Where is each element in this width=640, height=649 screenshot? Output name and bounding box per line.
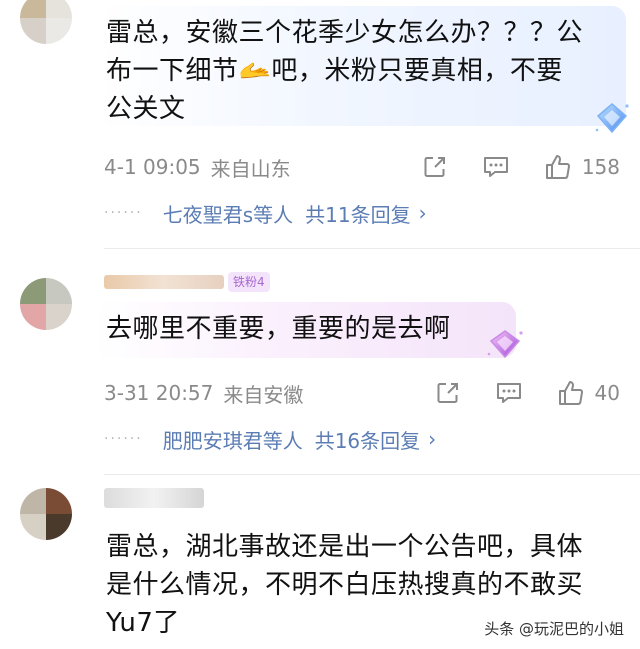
comment-button[interactable] <box>495 380 523 406</box>
comment-icon <box>482 154 510 180</box>
comment-location: 来自安徽 <box>223 382 304 407</box>
like-count: 40 <box>594 381 620 405</box>
like-button[interactable]: 40 <box>557 379 620 407</box>
chevron-right-icon: › <box>418 201 427 225</box>
watermark: 头条 @玩泥巴的小姐 <box>484 620 624 638</box>
comment-text-line: 公关文 <box>106 94 186 124</box>
avatar[interactable] <box>20 488 72 540</box>
like-button[interactable]: 158 <box>544 153 620 181</box>
username[interactable] <box>104 488 204 508</box>
reply-summary-link[interactable]: ······ 七夜聖君s 等人 共11条回复 › <box>104 198 427 228</box>
diamond-icon <box>484 326 526 362</box>
reply-users: 肥肥安琪君 <box>162 428 263 453</box>
comment-text-line: 是什么情况，不明不白压热搜真的不敢买 <box>106 570 584 600</box>
reply-total: 共16条回复 <box>314 428 421 453</box>
reply-suffix: 等人 <box>262 428 303 453</box>
thumbs-up-icon <box>557 379 585 407</box>
avatar[interactable] <box>20 278 72 330</box>
diamond-icon <box>592 100 632 136</box>
avatar[interactable] <box>20 0 72 44</box>
chevron-right-icon: › <box>428 427 437 451</box>
comment-icon <box>495 380 523 406</box>
comment-location: 来自山东 <box>210 156 291 181</box>
username-row: 铁粉4 <box>104 270 270 294</box>
like-count: 158 <box>581 155 620 179</box>
dots-icon: ······ <box>104 431 143 447</box>
comment-text-line: 雷总，湖北事故还是出一个公告吧，具体 <box>106 532 584 562</box>
comment-actions: 40 <box>401 378 620 408</box>
comment-button[interactable] <box>482 154 510 180</box>
comment-actions: 158 <box>388 152 620 182</box>
reply-users: 七夜聖君s <box>162 202 254 227</box>
reply-total: 共11条回复 <box>305 202 411 227</box>
reply-summary-link[interactable]: ······ 肥肥安琪君 等人 共16条回复 › <box>104 424 436 454</box>
comment-time: 4-1 09:05 <box>104 155 201 179</box>
comment-text-line: 雷总，安徽三个花季少女怎么办？？？公 <box>106 18 584 48</box>
fan-badge: 铁粉4 <box>228 272 270 292</box>
comment-text-line: 去哪里不重要，重要的是去啊 <box>106 314 451 344</box>
share-button[interactable] <box>422 154 448 180</box>
share-icon <box>422 154 448 180</box>
username[interactable] <box>104 275 224 289</box>
comment-bubble[interactable]: 去哪里不重要，重要的是去啊 <box>96 302 516 358</box>
username-row <box>104 486 204 510</box>
share-button[interactable] <box>435 380 461 406</box>
divider <box>104 248 640 249</box>
comment-bubble[interactable]: 雷总，安徽三个花季少女怎么办？？？公 布一下细节🫴吧，米粉只要真相，不要 公关文 <box>96 6 626 126</box>
reply-suffix: 等人 <box>253 202 294 227</box>
dots-icon: ······ <box>104 205 143 221</box>
thumbs-up-icon <box>544 153 572 181</box>
share-icon <box>435 380 461 406</box>
divider <box>104 474 640 475</box>
comment-item: 雷总，安徽三个花季少女怎么办？？？公 布一下细节🫴吧，米粉只要真相，不要 公关文… <box>0 0 640 250</box>
comment-text-line: 布一下细节🫴吧，米粉只要真相，不要 <box>106 56 563 86</box>
comment-time: 3-31 20:57 <box>104 381 214 405</box>
comment-item: 铁粉4 去哪里不重要，重要的是去啊 3-31 20:57 来自安徽 40 ···… <box>0 250 640 480</box>
